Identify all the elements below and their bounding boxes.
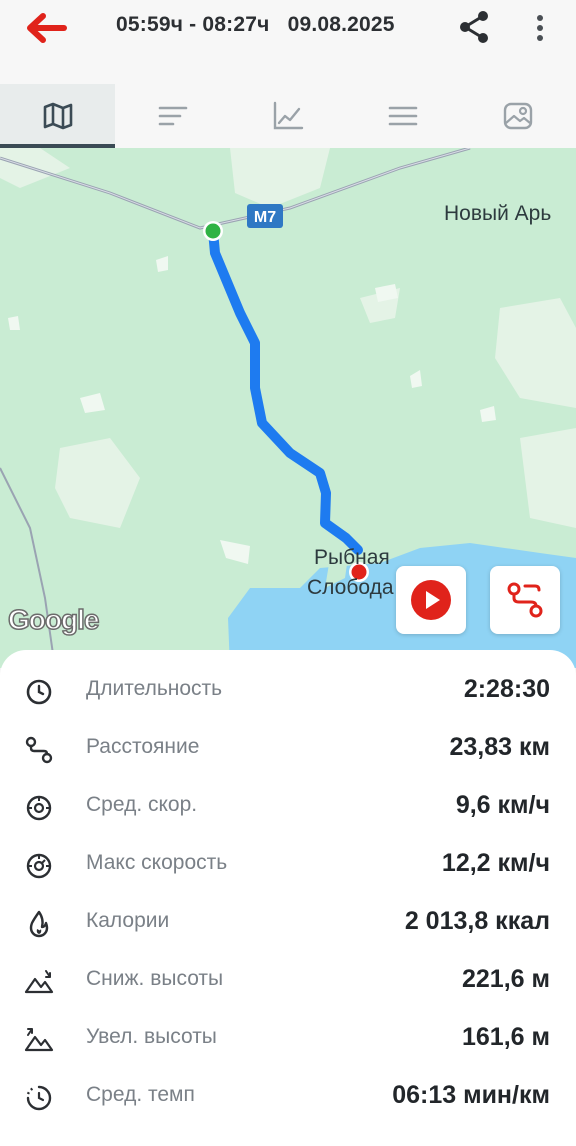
flame-icon <box>29 910 49 938</box>
tab-chart[interactable] <box>230 84 345 148</box>
share-icon <box>460 11 488 43</box>
stat-value: 2:28:30 <box>463 675 550 703</box>
stat-value: 06:13 мин/км <box>392 1081 550 1109</box>
route-map[interactable]: M7 Новый Арь Рыбная Слобода Google <box>0 148 576 668</box>
stat-label: Расстояние <box>86 735 200 758</box>
stat-label: Сред. скор. <box>86 793 198 816</box>
stat-row-ascent: Увел. высоты 161,6 м <box>0 1010 576 1068</box>
route-icon <box>25 736 53 764</box>
road-badge-text: M7 <box>254 209 276 226</box>
town-label-line2: Слобода <box>307 576 394 599</box>
stats-panel: Длительность 2:28:30 Расстояние 23,83 км… <box>0 650 576 1146</box>
stat-label: Сред. темп <box>86 1083 195 1106</box>
image-icon <box>503 102 532 130</box>
stat-value: 2 013,8 ккал <box>404 907 550 935</box>
map-icon <box>43 102 72 130</box>
stat-row-distance: Расстояние 23,83 км <box>0 720 576 778</box>
activity-time-range: 05:59ч - 08:27ч 09.08.2025 <box>116 13 395 36</box>
route-options-button[interactable] <box>490 566 560 634</box>
more-vert-icon <box>537 15 543 41</box>
bars-icon <box>158 106 187 126</box>
stat-row-avg-speed: Сред. скор. 9,6 км/ч <box>0 778 576 836</box>
stat-row-pace: Сред. темп 06:13 мин/км <box>0 1068 576 1126</box>
speedometer-max-icon <box>26 853 52 879</box>
google-logo: Google <box>7 603 100 636</box>
route-icon <box>507 582 543 618</box>
pace-icon <box>26 1085 52 1111</box>
speedometer-icon <box>26 795 52 821</box>
tab-details[interactable] <box>345 84 460 148</box>
tab-photo[interactable] <box>460 84 575 148</box>
share-button[interactable] <box>456 8 492 46</box>
app-bar: 05:59ч - 08:27ч 09.08.2025 <box>0 0 576 84</box>
stat-value: 9,6 км/ч <box>455 791 550 819</box>
more-options-button[interactable] <box>528 10 552 46</box>
stat-row-calories: Калории 2 013,8 ккал <box>0 894 576 952</box>
replay-button[interactable] <box>396 566 466 634</box>
stat-label: Сниж. высоты <box>86 967 224 990</box>
stat-value: 221,6 м <box>461 965 550 993</box>
descent-icon <box>24 970 54 994</box>
tab-bar <box>0 84 576 148</box>
back-arrow-icon <box>27 13 67 43</box>
stat-label: Длительность <box>86 677 223 700</box>
stat-label: Макс скорость <box>86 851 228 874</box>
back-button[interactable] <box>24 10 70 46</box>
town-label-top: Новый Арь <box>444 202 552 225</box>
stat-value: 12,2 км/ч <box>441 849 550 877</box>
stat-label: Калории <box>86 909 170 932</box>
ascent-icon <box>24 1028 54 1052</box>
chart-icon <box>273 101 303 130</box>
town-label-line1: Рыбная <box>314 546 390 569</box>
stat-label: Увел. высоты <box>86 1025 217 1048</box>
stat-row-descent: Сниж. высоты 221,6 м <box>0 952 576 1010</box>
stat-value: 23,83 км <box>449 733 550 761</box>
menu-lines-icon <box>388 106 417 126</box>
stat-value: 161,6 м <box>461 1023 550 1051</box>
tab-splits[interactable] <box>115 84 230 148</box>
tab-map[interactable] <box>0 84 115 148</box>
clock-icon <box>26 679 52 705</box>
stat-row-max-speed: Макс скорость 12,2 км/ч <box>0 836 576 894</box>
stat-row-duration: Длительность 2:28:30 <box>0 662 576 720</box>
play-icon <box>411 580 451 620</box>
